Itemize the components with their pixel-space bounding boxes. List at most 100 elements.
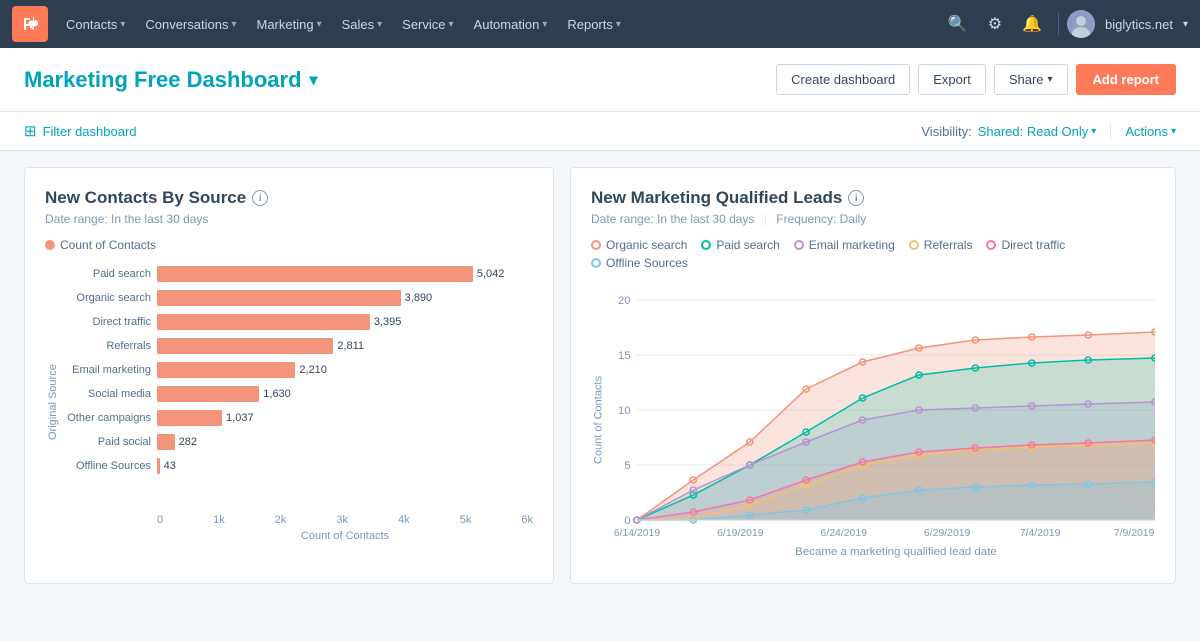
search-button[interactable]: 🔍 (940, 8, 976, 40)
bar-track: 3,395 (157, 314, 533, 330)
bar-track: 5,042 (157, 266, 533, 282)
bar-chart-area: Paid search 5,042 Organic search 3,890 D… (61, 262, 533, 542)
svg-text:6/14/2019: 6/14/2019 (614, 528, 661, 539)
nav-automation[interactable]: Automation ▾ (464, 0, 558, 48)
bar-chart-legend: Count of Contacts (45, 238, 533, 252)
visibility-chevron-icon: ▾ (1091, 126, 1096, 137)
bar-row: Email marketing 2,210 (61, 358, 533, 382)
bar-value: 2,811 (337, 340, 364, 352)
line-chart-wrapper: 20 15 10 5 0 Count of Contacts (591, 280, 1155, 563)
chevron-down-icon: ▾ (231, 19, 236, 30)
legend-dot (909, 240, 919, 250)
legend-item: Referrals (909, 238, 973, 252)
nav-marketing[interactable]: Marketing ▾ (246, 0, 331, 48)
contacts-by-source-card: New Contacts By Source i Date range: In … (24, 167, 554, 584)
nav-conversations[interactable]: Conversations ▾ (135, 0, 246, 48)
actions-button[interactable]: Actions ▾ (1125, 124, 1176, 139)
svg-text:0: 0 (624, 515, 630, 527)
bar-row: Paid search 5,042 (61, 262, 533, 286)
bar-track: 1,630 (157, 386, 533, 402)
bar-fill (157, 338, 333, 354)
actions-chevron-icon: ▾ (1171, 126, 1176, 137)
chart-right-subtitle: Date range: In the last 30 days | Freque… (591, 212, 1155, 226)
legend-count-contacts: Count of Contacts (45, 238, 156, 252)
bar-fill (157, 458, 160, 474)
legend-item: Paid search (701, 238, 779, 252)
bar-fill (157, 362, 295, 378)
visibility-value[interactable]: Shared: Read Only ▾ (978, 124, 1097, 139)
svg-text:6/29/2019: 6/29/2019 (924, 528, 971, 539)
bar-label: Direct traffic (61, 316, 151, 328)
bar-track: 3,890 (157, 290, 533, 306)
bar-track: 2,811 (157, 338, 533, 354)
legend-dot (794, 240, 804, 250)
title-dropdown-arrow[interactable]: ▾ (310, 70, 318, 90)
export-button[interactable]: Export (918, 64, 986, 95)
bar-track: 2,210 (157, 362, 533, 378)
info-icon-right[interactable]: i (848, 190, 864, 206)
avatar[interactable] (1067, 10, 1095, 38)
bar-row: Social media 1,630 (61, 382, 533, 406)
chevron-down-icon: ▾ (120, 19, 125, 30)
bar-value: 282 (179, 436, 197, 448)
settings-button[interactable]: ⚙ (980, 8, 1010, 40)
legend-dot (591, 240, 601, 250)
nav-sales[interactable]: Sales ▾ (332, 0, 393, 48)
legend-dot (45, 240, 55, 250)
line-chart-svg: 20 15 10 5 0 Count of Contacts (591, 280, 1155, 560)
bar-value: 5,042 (477, 268, 505, 280)
bar-x-axis: 0 1k 2k 3k 4k 5k 6k Count of Contacts (61, 514, 533, 542)
legend-item: Organic search (591, 238, 687, 252)
line-chart-legend: Organic search Paid search Email marketi… (591, 238, 1155, 270)
user-menu-chevron: ▾ (1183, 19, 1188, 30)
svg-text:7/9/2019: 7/9/2019 (1114, 528, 1155, 539)
bar-value: 1,630 (263, 388, 291, 400)
bar-row: Referrals 2,811 (61, 334, 533, 358)
bar-fill (157, 290, 401, 306)
svg-text:6/19/2019: 6/19/2019 (717, 528, 764, 539)
chart-right-title: New Marketing Qualified Leads i (591, 188, 1155, 208)
bar-track: 282 (157, 434, 533, 450)
bar-fill (157, 266, 473, 282)
nav-service[interactable]: Service ▾ (392, 0, 463, 48)
legend-dot (591, 258, 601, 268)
bar-label: Social media (61, 388, 151, 400)
header-actions: Create dashboard Export Share ▾ Add repo… (776, 64, 1176, 95)
nav-reports[interactable]: Reports ▾ (557, 0, 631, 48)
bar-row: Organic search 3,890 (61, 286, 533, 310)
bar-fill (157, 386, 259, 402)
bar-track: 43 (157, 458, 533, 474)
bar-label: Other campaigns (61, 412, 151, 424)
bar-label: Paid search (61, 268, 151, 280)
nav-contacts[interactable]: Contacts ▾ (56, 0, 135, 48)
bar-value: 3,890 (405, 292, 433, 304)
chevron-down-icon: ▾ (377, 19, 382, 30)
bar-label: Paid social (61, 436, 151, 448)
legend-dot (701, 240, 711, 250)
create-dashboard-button[interactable]: Create dashboard (776, 64, 910, 95)
bar-fill (157, 314, 370, 330)
info-icon[interactable]: i (252, 190, 268, 206)
nav-username[interactable]: biglytics.net (1099, 17, 1179, 32)
bar-value: 43 (164, 460, 176, 472)
chevron-down-icon: ▾ (449, 19, 454, 30)
bar-row: Direct traffic 3,395 (61, 310, 533, 334)
toolbar-divider (1110, 123, 1111, 139)
bar-y-axis-label: Original Source (45, 262, 61, 542)
add-report-button[interactable]: Add report (1076, 64, 1176, 95)
legend-dot (986, 240, 996, 250)
notifications-button[interactable]: 🔔 (1014, 8, 1050, 40)
bar-value: 2,210 (299, 364, 327, 376)
bar-label: Offline Sources (61, 460, 151, 472)
svg-text:20: 20 (618, 295, 631, 307)
bar-x-axis-label: Count of Contacts (157, 530, 533, 542)
svg-text:7/4/2019: 7/4/2019 (1020, 528, 1061, 539)
bar-label: Referrals (61, 340, 151, 352)
svg-text:6/24/2019: 6/24/2019 (821, 528, 868, 539)
hubspot-logo[interactable] (12, 6, 48, 42)
svg-text:15: 15 (618, 350, 631, 362)
legend-item: Direct traffic (986, 238, 1065, 252)
filter-dashboard-button[interactable]: ⊞ Filter dashboard (24, 122, 137, 140)
share-button[interactable]: Share ▾ (994, 64, 1068, 95)
svg-text:Became a marketing qualified l: Became a marketing qualified lead date (795, 546, 997, 558)
